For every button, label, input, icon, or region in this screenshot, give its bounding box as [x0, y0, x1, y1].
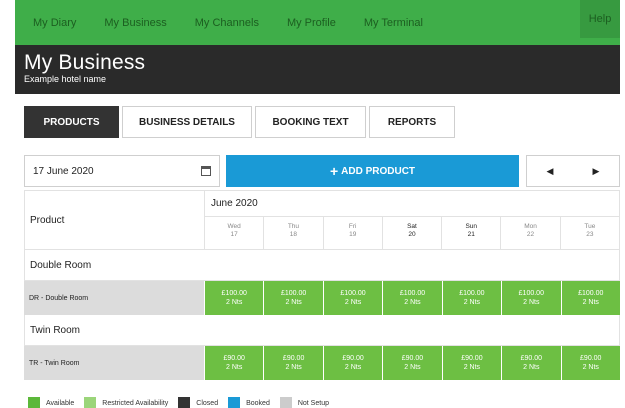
- chevron-left-icon: ◀: [546, 165, 554, 176]
- month-label: June 2020: [204, 190, 620, 217]
- add-product-label: ADD PRODUCT: [341, 165, 416, 177]
- nav-item-my-diary[interactable]: My Diary: [23, 17, 86, 29]
- legend-swatch: [228, 397, 241, 408]
- legend-swatch: [178, 397, 191, 408]
- product-row: DR - Double Room £100.00 2 Nts £100.00 2 N…: [24, 281, 620, 315]
- status-legend: Available Restricted Availability Closed…: [28, 397, 339, 408]
- day-header: Wed 17: [204, 217, 263, 249]
- legend-item: Not Setup: [279, 397, 329, 408]
- rate-cell[interactable]: £100.00 2 Nts: [322, 281, 383, 315]
- availability-grid: Product June 2020 Wed 17 Thu 18 Fri 19 Sat 2…: [24, 190, 620, 380]
- day-header: Fri 19: [322, 217, 382, 249]
- date-field[interactable]: 17 June 2020: [24, 155, 220, 187]
- nav-item-my-business[interactable]: My Business: [94, 17, 176, 29]
- hotel-name: Example hotel name: [24, 74, 107, 84]
- legend-swatch: [279, 397, 292, 408]
- legend-item: Closed: [178, 397, 218, 408]
- tab-business-details[interactable]: BUSINESS DETAILS: [122, 106, 252, 138]
- product-name[interactable]: DR - Double Room: [24, 281, 204, 315]
- rate-cell[interactable]: £90.00 2 Nts: [501, 346, 561, 380]
- date-value: 17 June 2020: [33, 165, 94, 177]
- page-title: My Business: [24, 51, 146, 74]
- tab-bar: PRODUCTS BUSINESS DETAILS BOOKING TEXT R…: [24, 106, 458, 138]
- rate-cell[interactable]: £90.00 2 Nts: [322, 346, 383, 380]
- legend-item: Available: [28, 397, 74, 408]
- date-navigation: ◀ ▶: [526, 155, 620, 187]
- add-product-button[interactable]: + ADD PRODUCT: [226, 155, 519, 187]
- page-header: My Business Example hotel name: [15, 45, 620, 94]
- tab-products[interactable]: PRODUCTS: [24, 106, 119, 138]
- legend-item: Restricted Availability: [84, 397, 168, 408]
- product-row: TR - Twin Room £90.00 2 Nts £90.00 2 Nts £…: [24, 346, 620, 380]
- rate-cell[interactable]: £100.00 2 Nts: [501, 281, 561, 315]
- tab-booking-text[interactable]: BOOKING TEXT: [255, 106, 366, 138]
- next-week-button[interactable]: ▶: [573, 156, 619, 186]
- rate-cell[interactable]: £90.00 2 Nts: [560, 346, 620, 380]
- room-group-twin: Twin Room: [24, 315, 620, 346]
- rate-cell[interactable]: £100.00 2 Nts: [441, 281, 502, 315]
- day-header-row: Wed 17 Thu 18 Fri 19 Sat 20 Sun 21 Mon 22 Tue 2…: [204, 217, 620, 250]
- calendar-icon[interactable]: [201, 166, 211, 176]
- tab-reports[interactable]: REPORTS: [369, 106, 455, 138]
- legend-swatch: [28, 397, 40, 408]
- day-header: Tue 23: [559, 217, 619, 249]
- chevron-right-icon: ▶: [592, 165, 600, 176]
- rate-cell[interactable]: £100.00 2 Nts: [263, 281, 323, 315]
- legend-swatch: [84, 397, 97, 408]
- room-group-double: Double Room: [24, 250, 620, 281]
- day-header: Thu 18: [263, 217, 322, 249]
- rate-cell[interactable]: £90.00 2 Nts: [263, 346, 323, 380]
- day-header: Mon 22: [500, 217, 559, 249]
- plus-icon: +: [329, 163, 339, 179]
- product-column-header: Product: [24, 190, 204, 250]
- legend-item: Booked: [228, 397, 270, 408]
- top-navigation: My Diary My Business My Channels My Prof…: [15, 0, 620, 45]
- day-header: Sat 20: [381, 217, 441, 249]
- nav-item-my-terminal[interactable]: My Terminal: [354, 17, 433, 29]
- rate-cell[interactable]: £90.00 2 Nts: [204, 346, 264, 380]
- help-button[interactable]: Help: [580, 0, 620, 38]
- rate-cell[interactable]: £100.00 2 Nts: [560, 281, 620, 315]
- nav-item-my-channels[interactable]: My Channels: [185, 17, 269, 29]
- prev-week-button[interactable]: ◀: [527, 156, 573, 186]
- rate-cell[interactable]: £100.00 2 Nts: [204, 281, 264, 315]
- product-name[interactable]: TR - Twin Room: [24, 346, 204, 380]
- day-header: Sun 21: [441, 217, 500, 249]
- rate-cell[interactable]: £100.00 2 Nts: [382, 281, 442, 315]
- nav-item-my-profile[interactable]: My Profile: [277, 17, 346, 29]
- rate-cell[interactable]: £90.00 2 Nts: [382, 346, 442, 380]
- rate-cell[interactable]: £90.00 2 Nts: [441, 346, 502, 380]
